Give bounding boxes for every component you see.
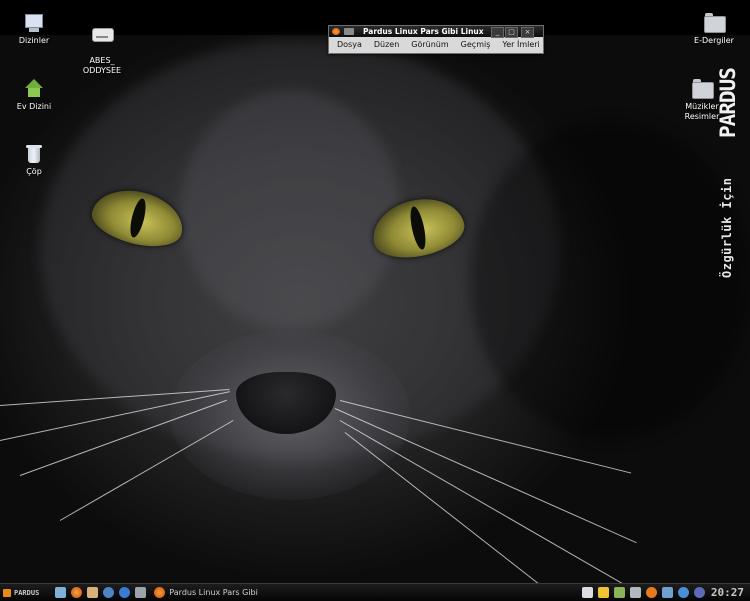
desktop-icon-abes-oddysee[interactable]: ABES_ ODDYSEE bbox=[70, 12, 134, 76]
package-icon[interactable] bbox=[613, 587, 625, 598]
drive-icon bbox=[91, 22, 114, 44]
globe-icon[interactable] bbox=[119, 587, 131, 598]
desktop-icon-dizinler[interactable]: Dizinler bbox=[2, 12, 66, 46]
desktop-icon-label: E-Dergiler bbox=[694, 36, 734, 45]
desktop-icon-label: Ev Dizini bbox=[16, 102, 52, 111]
desktop-icon-e-dergiler[interactable]: E-Dergiler bbox=[682, 12, 746, 46]
minimize-button[interactable]: _ bbox=[491, 27, 504, 38]
desktop-icon-label: Çöp bbox=[26, 167, 42, 176]
desktop-wallpaper bbox=[0, 0, 750, 583]
pardus-start-icon bbox=[3, 588, 11, 597]
menu-dosya[interactable]: Dosya bbox=[337, 40, 362, 49]
start-menu-button[interactable]: PARDUS bbox=[3, 586, 39, 600]
network-tray-icon[interactable] bbox=[677, 587, 689, 598]
display-icon[interactable] bbox=[661, 587, 673, 598]
menu-duzen[interactable]: Düzen bbox=[374, 40, 399, 49]
desktop-icon-label: Dizinler bbox=[18, 36, 50, 45]
menu-yer-imleri[interactable]: Yer İmleri bbox=[502, 40, 539, 49]
trash-icon bbox=[23, 143, 45, 165]
close-button[interactable]: × bbox=[521, 27, 534, 38]
pardus-slogan: Özgürlük İçin bbox=[720, 177, 734, 278]
firefox-icon[interactable] bbox=[71, 587, 83, 598]
task-label: Pardus Linux Pars Gibi bbox=[169, 588, 258, 597]
pardus-brand: PARDUS Özgürlük İçin bbox=[710, 60, 750, 278]
window-title: Pardus Linux Pars Gibi Linux bbox=[363, 27, 484, 36]
fur-shade bbox=[180, 90, 400, 330]
kde-icon[interactable] bbox=[693, 587, 705, 598]
pardus-logo-text: PARDUS bbox=[716, 68, 740, 138]
window-menubar: Dosya Düzen Görünüm Geçmiş Yer İmleri bbox=[329, 37, 543, 52]
clipboard-icon[interactable] bbox=[581, 587, 593, 598]
firefox-icon[interactable] bbox=[332, 28, 340, 35]
konqueror-icon[interactable] bbox=[103, 587, 115, 598]
menu-gecmis[interactable]: Geçmiş bbox=[461, 40, 491, 49]
window-menu-icon[interactable] bbox=[344, 28, 354, 35]
desktop-icon-label: ABES_ ODDYSEE bbox=[82, 56, 122, 75]
users-icon[interactable] bbox=[87, 587, 99, 598]
fur-shade bbox=[470, 120, 750, 440]
desktop-icon-ev-dizini[interactable]: Ev Dizini bbox=[2, 78, 66, 112]
taskbar-task-firefox[interactable]: Pardus Linux Pars Gibi bbox=[154, 587, 258, 598]
firefox-icon bbox=[154, 587, 166, 598]
clock[interactable]: 20:27 bbox=[711, 586, 744, 599]
menu-gorunum[interactable]: Görünüm bbox=[411, 40, 448, 49]
desktop-icon-cop[interactable]: Çöp bbox=[2, 143, 66, 177]
home-icon bbox=[23, 78, 45, 100]
note-icon[interactable] bbox=[597, 587, 609, 598]
start-menu-label: PARDUS bbox=[14, 588, 40, 597]
taskbar: PARDUS Pardus Linux Pars Gibi 20:27 bbox=[0, 583, 750, 601]
person-icon[interactable] bbox=[629, 587, 641, 598]
network-icon[interactable] bbox=[55, 587, 67, 598]
browser-window[interactable]: Pardus Linux Pars Gibi Linux _ □ × Dosya… bbox=[328, 25, 544, 54]
monitor-icon[interactable] bbox=[135, 587, 147, 598]
window-titlebar[interactable]: Pardus Linux Pars Gibi Linux _ □ × bbox=[329, 26, 543, 38]
settings-icon[interactable] bbox=[645, 587, 657, 598]
maximize-button[interactable]: □ bbox=[505, 27, 518, 38]
computer-icon bbox=[23, 12, 45, 34]
folder-icon bbox=[703, 12, 726, 34]
